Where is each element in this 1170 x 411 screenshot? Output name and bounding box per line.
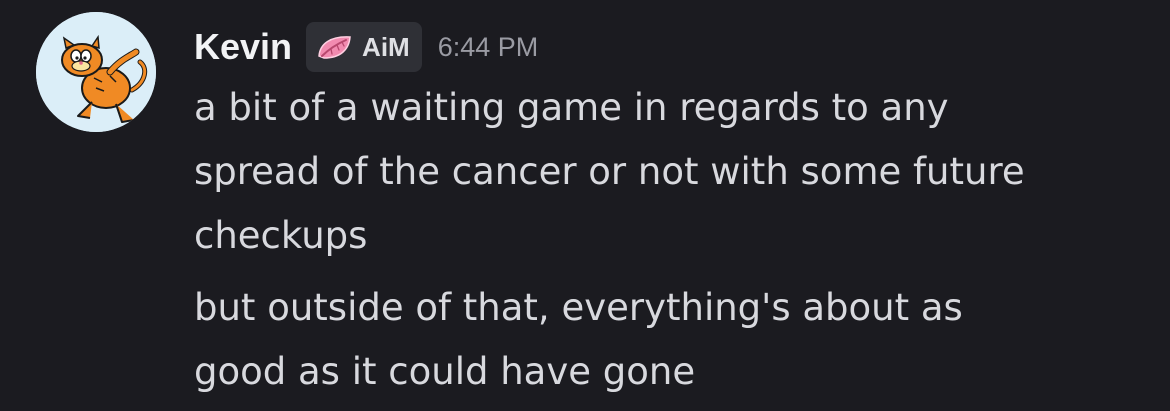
server-tag[interactable]: AiM — [306, 22, 422, 72]
message-timestamp[interactable]: 6:44 PM — [438, 32, 539, 63]
server-tag-label: AiM — [362, 31, 410, 62]
garfield-avatar-icon — [36, 12, 156, 132]
message-header: Kevin AiM 6:44 PM — [194, 18, 1150, 76]
username[interactable]: Kevin — [194, 26, 292, 68]
message-paragraph-1: a bit of a waiting game in regards to an… — [194, 76, 1150, 268]
message-line: good as it could have gone — [194, 350, 696, 393]
message-content: Kevin AiM 6:44 PM a bit of a waiting gam… — [194, 18, 1150, 404]
chat-message: Kevin AiM 6:44 PM a bit of a waiting gam… — [0, 0, 1170, 411]
user-avatar[interactable] — [36, 12, 156, 132]
message-paragraph-2: but outside of that, everything's about … — [194, 276, 1150, 404]
message-line: but outside of that, everything's about … — [194, 286, 963, 329]
message-line: a bit of a waiting game in regards to an… — [194, 86, 949, 129]
pink-leaf-icon — [318, 36, 351, 59]
message-line: checkups — [194, 214, 368, 257]
message-line: spread of the cancer or not with some fu… — [194, 150, 1025, 193]
